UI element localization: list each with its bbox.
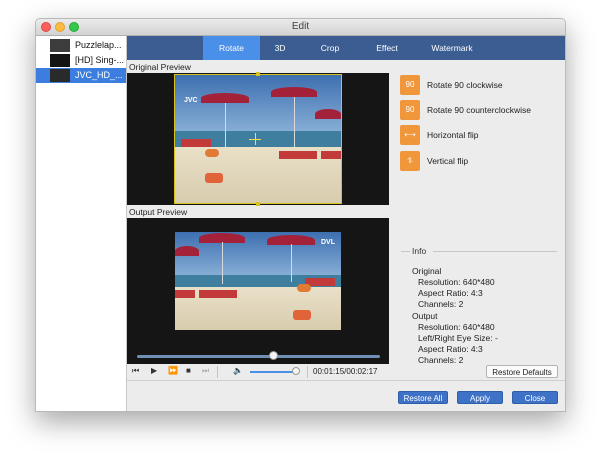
stop-icon[interactable]: ■: [186, 366, 191, 375]
info-divider: [433, 251, 557, 252]
tab-crop[interactable]: Crop: [305, 36, 355, 60]
frame-handle[interactable]: [256, 72, 260, 76]
playback-progress-knob[interactable]: [268, 351, 278, 360]
vertical-flip-label: Vertical flip: [427, 156, 469, 166]
info-original-heading: Original: [412, 266, 442, 276]
edit-tab-bar: Rotate 3D Crop Effect Watermark: [127, 36, 565, 60]
output-video-frame: DVL: [175, 232, 341, 330]
info-original-resolution: Resolution: 640*480: [418, 277, 495, 287]
play-icon[interactable]: ▶: [151, 366, 157, 375]
close-button[interactable]: Close: [512, 391, 558, 404]
horizontal-flip-label: Horizontal flip: [427, 130, 479, 140]
info-divider: [401, 251, 410, 252]
info-output-resolution: Resolution: 640*480: [418, 322, 495, 332]
apply-button[interactable]: Apply: [457, 391, 503, 404]
volume-slider-knob[interactable]: [292, 367, 300, 375]
title-bar: Edit: [36, 19, 565, 36]
skip-start-icon[interactable]: ⏮: [132, 366, 139, 376]
output-preview-label: Output Preview: [129, 207, 188, 217]
rotate-ccw-icon: 90: [400, 100, 420, 120]
playback-controls: ⏮ ▶ ⏩ ■ ⏭ 🔈 00:01:15/00:02:17: [127, 364, 389, 380]
output-preview: DVL: [127, 218, 389, 364]
playback-time: 00:01:15/00:02:17: [313, 367, 378, 376]
file-thumbnail: [50, 54, 70, 67]
tab-rotate[interactable]: Rotate: [203, 36, 260, 60]
file-item-hd-sing[interactable]: [HD] Sing-...: [36, 53, 126, 68]
info-title: Info: [412, 246, 427, 256]
footer-divider: [127, 380, 565, 381]
output-video-watermark: DVL: [321, 239, 335, 246]
info-original-aspect: Aspect Ratio: 4:3: [418, 288, 483, 298]
file-thumbnail: [50, 69, 70, 82]
vertical-flip-icon: ⥮: [400, 151, 420, 171]
rotate-ccw-label: Rotate 90 counterclockwise: [427, 105, 531, 115]
original-preview: JVC: [127, 72, 389, 206]
file-item-puzzlelapse[interactable]: Puzzlelap...: [36, 38, 126, 53]
rotate-cw-label: Rotate 90 clockwise: [427, 80, 503, 90]
info-output-aspect: Aspect Ratio: 4:3: [418, 344, 483, 354]
file-name: Puzzlelap...: [75, 40, 122, 50]
rotate-cw-icon: 90: [400, 75, 420, 95]
tab-watermark[interactable]: Watermark: [417, 36, 487, 60]
restore-defaults-button[interactable]: Restore Defaults: [486, 365, 558, 378]
tab-effect[interactable]: Effect: [361, 36, 413, 60]
info-output-channels: Channels: 2: [418, 355, 464, 365]
horizontal-flip-icon: ⟷: [400, 125, 420, 145]
file-name: JVC_HD_...: [75, 70, 123, 80]
file-list: Puzzlelap... [HD] Sing-... JVC_HD_...: [36, 36, 127, 411]
info-output-heading: Output: [412, 311, 438, 321]
file-item-jvc-hd[interactable]: JVC_HD_...: [36, 68, 126, 83]
original-preview-label: Original Preview: [129, 62, 191, 72]
playback-progress-track[interactable]: [137, 355, 380, 358]
volume-icon[interactable]: 🔈: [233, 366, 243, 375]
edit-window: Edit Puzzlelap... [HD] Sing-... JVC_HD_.…: [35, 18, 566, 412]
info-output-eye-size: Left/Right Eye Size: -: [418, 333, 498, 343]
fast-forward-icon[interactable]: ⏩: [168, 366, 178, 375]
file-thumbnail: [50, 39, 70, 52]
restore-all-button[interactable]: Restore All: [398, 391, 448, 404]
file-name: [HD] Sing-...: [75, 55, 125, 65]
rotation-selection-frame[interactable]: [174, 74, 342, 204]
frame-handle[interactable]: [256, 202, 260, 206]
info-original-channels: Channels: 2: [418, 299, 464, 309]
rotate-options-panel: 90 Rotate 90 clockwise 90 Rotate 90 coun…: [389, 60, 565, 270]
skip-end-icon[interactable]: ⏭: [202, 366, 209, 376]
volume-slider-track[interactable]: [250, 371, 295, 373]
window-title: Edit: [291, 21, 310, 32]
tab-3d[interactable]: 3D: [260, 36, 300, 60]
